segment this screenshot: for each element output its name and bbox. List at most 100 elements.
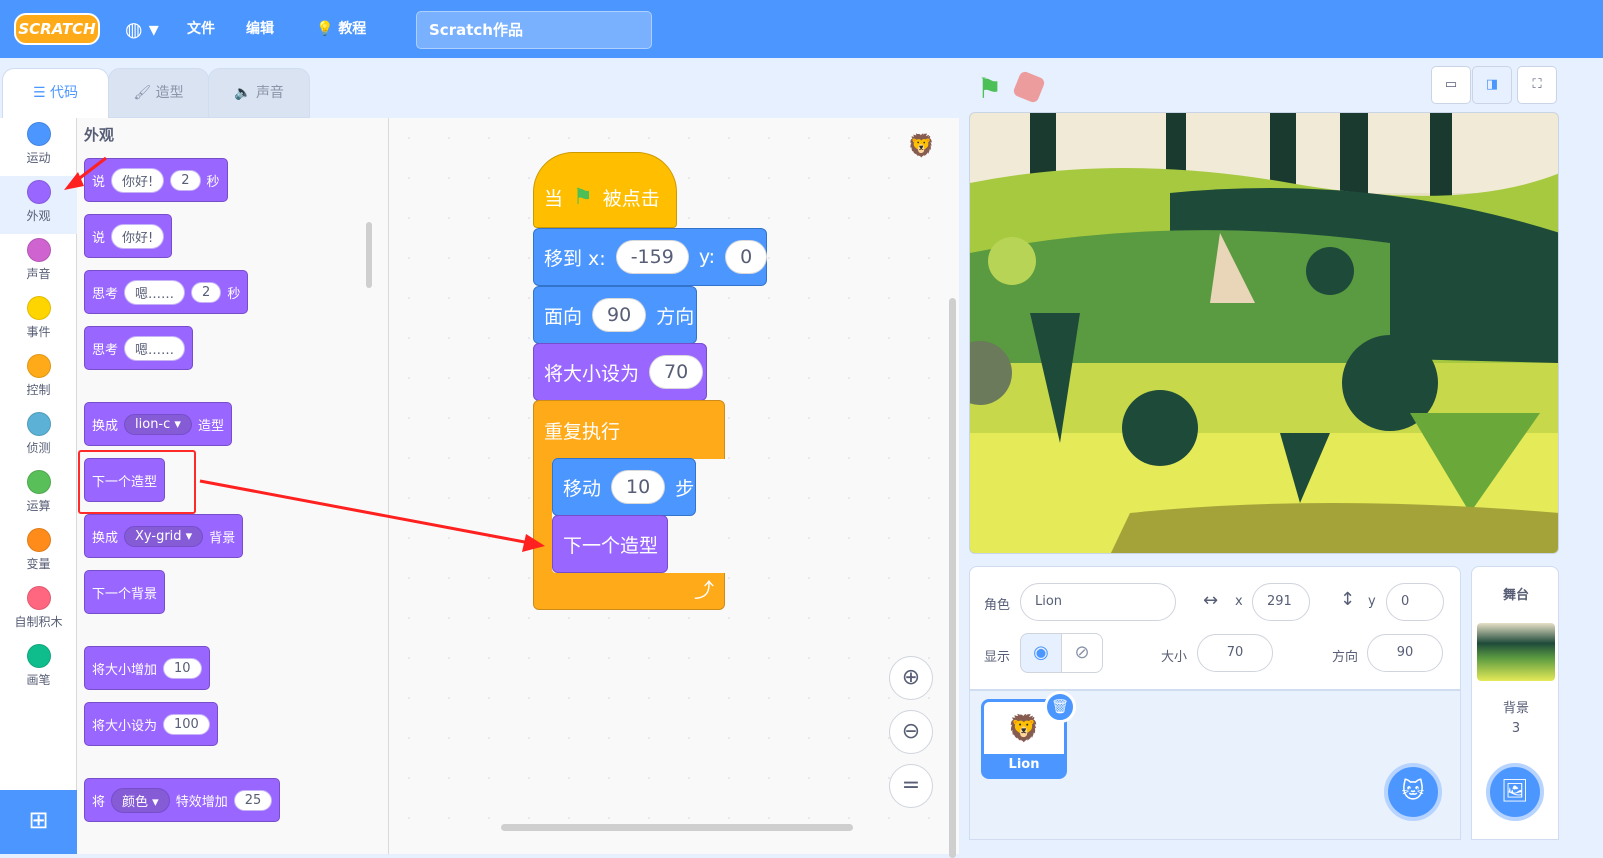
tutorials-menu[interactable]: 💡 教程 bbox=[316, 0, 366, 58]
think-for-secs-block[interactable]: 思考 嗯…… 2 秒 bbox=[84, 270, 249, 314]
script-workspace[interactable]: 🦁 当 ⚑ 被点击 移到 x: -159 y: 0 面向 90 方向 将大小设为… bbox=[389, 118, 959, 858]
point-direction-block[interactable]: 面向 90 方向 bbox=[533, 286, 697, 344]
tab-code[interactable]: ☰ 代码 bbox=[2, 68, 109, 118]
say-for-secs-block[interactable]: 说 你好! 2 秒 bbox=[84, 158, 228, 202]
block-text: 移动 bbox=[563, 477, 602, 500]
zoom-reset-button[interactable]: = bbox=[889, 764, 933, 808]
stop-button[interactable] bbox=[1012, 70, 1046, 104]
tab-sounds-label: 声音 bbox=[255, 85, 284, 101]
block-palette: 外观 说 你好! 2 秒 说 你好! 思考 嗯…… 2 秒 思考 嗯…… 换成 … bbox=[77, 118, 389, 854]
secs-input[interactable]: 2 bbox=[191, 281, 222, 303]
message-input[interactable]: 你好! bbox=[111, 223, 165, 249]
block-text: 换成 bbox=[92, 530, 119, 546]
project-title-input[interactable]: Scratch作品 bbox=[416, 11, 652, 49]
category-1[interactable]: 外观 bbox=[0, 176, 77, 234]
large-stage-button[interactable]: ◨ bbox=[1472, 66, 1512, 104]
when-flag-clicked-block[interactable]: 当 ⚑ 被点击 bbox=[533, 152, 677, 228]
message-input[interactable]: 嗯…… bbox=[124, 279, 186, 305]
think-block[interactable]: 思考 嗯…… bbox=[84, 326, 194, 370]
direction-input[interactable]: 90 bbox=[592, 298, 647, 332]
effect-dropdown[interactable]: 颜色 ▾ bbox=[111, 787, 170, 813]
small-stage-button[interactable]: ▭ bbox=[1431, 66, 1471, 104]
steps-input[interactable]: 10 bbox=[611, 470, 666, 504]
y-input[interactable]: 0 bbox=[725, 240, 768, 274]
choose-backdrop-button[interactable]: 🖼 bbox=[1486, 763, 1544, 821]
category-4[interactable]: 控制 bbox=[0, 350, 77, 408]
size-change-input[interactable]: 10 bbox=[163, 657, 202, 679]
category-9[interactable]: 画笔 bbox=[0, 640, 77, 698]
green-flag-icon: ⚑ bbox=[573, 184, 593, 210]
fullscreen-button[interactable]: ⛶ bbox=[1517, 66, 1557, 104]
edit-menu[interactable]: 编辑 bbox=[246, 0, 274, 58]
show-sprite-button[interactable]: ◉ bbox=[1020, 633, 1062, 673]
effect-input[interactable]: 25 bbox=[233, 789, 273, 811]
lightbulb-icon: 💡 bbox=[316, 21, 334, 37]
category-0[interactable]: 运动 bbox=[0, 118, 77, 176]
category-dot-icon bbox=[26, 354, 51, 378]
choose-sprite-button[interactable]: 🐱 bbox=[1384, 763, 1442, 821]
category-label: 运动 bbox=[26, 151, 51, 165]
category-5[interactable]: 侦测 bbox=[0, 408, 77, 466]
message-input[interactable]: 你好! bbox=[111, 167, 165, 193]
change-size-block[interactable]: 将大小增加 10 bbox=[84, 646, 210, 690]
zoom-out-button[interactable]: ⊖ bbox=[889, 710, 933, 754]
file-menu[interactable]: 文件 bbox=[187, 0, 215, 58]
category-label: 事件 bbox=[26, 325, 51, 339]
next-costume-script-block[interactable]: 下一个造型 bbox=[552, 515, 668, 573]
jungle-backdrop bbox=[970, 113, 1558, 553]
move-steps-block[interactable]: 移动 10 步 bbox=[552, 458, 696, 516]
y-input[interactable]: 0 bbox=[1386, 583, 1444, 621]
scratch-logo[interactable]: SCRATCH bbox=[14, 13, 100, 45]
block-text: 重复执行 bbox=[544, 421, 621, 443]
direction-input[interactable]: 90 bbox=[1367, 634, 1443, 672]
switch-costume-block[interactable]: 换成 lion-c ▾ 造型 bbox=[84, 402, 232, 446]
size-input[interactable]: 100 bbox=[163, 713, 210, 735]
language-globe-icon[interactable]: ◍ ▾ bbox=[125, 17, 165, 41]
workspace-hscrollbar[interactable] bbox=[501, 824, 853, 831]
set-size-script-block[interactable]: 将大小设为 70 bbox=[533, 343, 707, 401]
x-input[interactable]: -159 bbox=[615, 240, 689, 274]
goto-xy-block[interactable]: 移到 x: -159 y: 0 bbox=[533, 228, 768, 286]
tab-sounds[interactable]: 🔈 声音 bbox=[208, 68, 310, 118]
green-flag-button[interactable]: ⚑ bbox=[977, 72, 1002, 105]
add-extension-button[interactable]: ⊞ bbox=[0, 790, 77, 854]
large-stage-icon: ◨ bbox=[1485, 77, 1499, 92]
stage-canvas[interactable] bbox=[969, 112, 1559, 554]
palette-heading: 外观 bbox=[84, 126, 115, 144]
say-block[interactable]: 说 你好! bbox=[84, 214, 173, 258]
y-arrows-icon: ↕ bbox=[1340, 589, 1356, 610]
category-3[interactable]: 事件 bbox=[0, 292, 77, 350]
category-7[interactable]: 变量 bbox=[0, 524, 77, 582]
workspace-vscrollbar[interactable] bbox=[949, 298, 956, 858]
fullscreen-icon: ⛶ bbox=[1532, 77, 1542, 92]
block-text: 秒 bbox=[227, 286, 241, 302]
costume-dropdown[interactable]: lion-c ▾ bbox=[124, 413, 192, 435]
delete-sprite-button[interactable]: 🗑 bbox=[1044, 691, 1076, 723]
set-size-block[interactable]: 将大小设为 100 bbox=[84, 702, 218, 746]
category-label: 外观 bbox=[26, 209, 51, 223]
palette-scrollbar[interactable] bbox=[366, 222, 372, 288]
category-8[interactable]: 自制积木 bbox=[0, 582, 77, 640]
backdrop-thumbnail[interactable] bbox=[1477, 623, 1555, 681]
zoom-in-button[interactable]: ⊕ bbox=[889, 656, 933, 700]
message-input[interactable]: 嗯…… bbox=[124, 335, 186, 361]
block-text: 被点击 bbox=[602, 187, 660, 210]
x-input[interactable]: 291 bbox=[1252, 583, 1310, 621]
secs-input[interactable]: 2 bbox=[170, 169, 201, 191]
size-input[interactable]: 70 bbox=[1197, 634, 1273, 672]
category-2[interactable]: 声音 bbox=[0, 234, 77, 292]
stage-selector[interactable]: 舞台 背景 3 🖼 bbox=[1471, 566, 1559, 840]
block-text: 秒 bbox=[206, 174, 220, 190]
zoom-out-icon: ⊖ bbox=[901, 719, 921, 744]
hide-sprite-button[interactable]: ⊘ bbox=[1061, 633, 1103, 673]
switch-backdrop-block[interactable]: 换成 Xy-grid ▾ 背景 bbox=[84, 514, 244, 558]
category-6[interactable]: 运算 bbox=[0, 466, 77, 524]
sprite-name-input[interactable]: Lion bbox=[1020, 583, 1176, 621]
size-input[interactable]: 70 bbox=[649, 355, 704, 389]
tab-costumes[interactable]: 🖌 造型 bbox=[108, 68, 209, 118]
category-label: 画笔 bbox=[26, 673, 51, 687]
block-text: 特效增加 bbox=[175, 794, 228, 810]
change-effect-block[interactable]: 将 颜色 ▾ 特效增加 25 bbox=[84, 778, 281, 822]
backdrop-dropdown[interactable]: Xy-grid ▾ bbox=[124, 525, 204, 547]
next-backdrop-block[interactable]: 下一个背景 bbox=[84, 570, 166, 614]
